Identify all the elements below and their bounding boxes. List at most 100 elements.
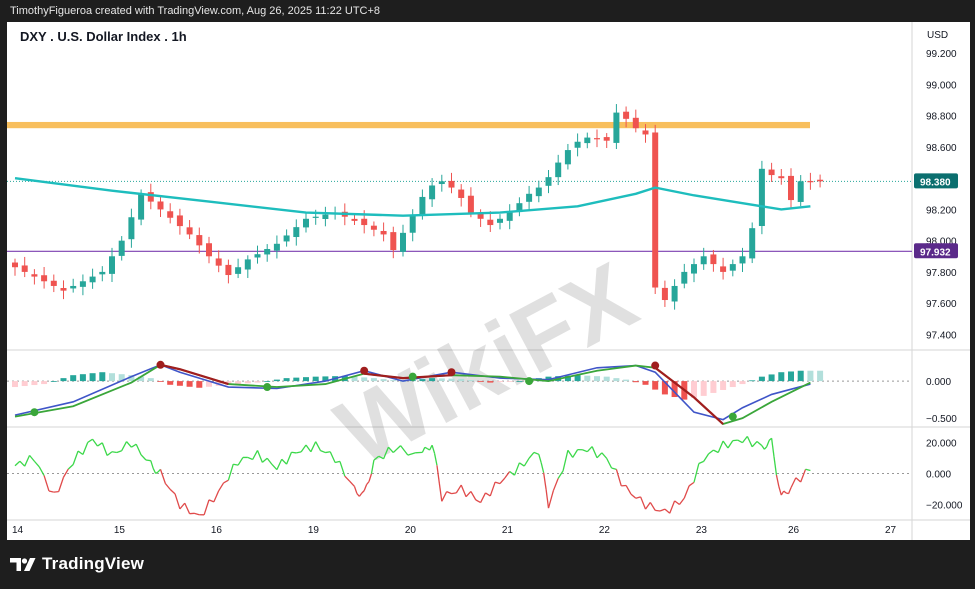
macd-histogram-bar (70, 375, 77, 382)
oscillator-segment (140, 454, 147, 461)
macd-histogram-bar (60, 378, 67, 382)
macd-histogram-bar (642, 381, 649, 385)
candle-body (215, 258, 222, 266)
candle-body (788, 175, 794, 201)
macd-bullish-cross-dot (728, 412, 737, 421)
oscillator-segment (611, 467, 617, 470)
candle-body (400, 232, 406, 252)
candle-body (118, 240, 125, 256)
macd-histogram-bar (419, 379, 426, 382)
oscillator-segment (773, 456, 778, 476)
candle-body (147, 192, 154, 202)
macd-histogram-bar (429, 378, 436, 382)
price-tick-label: 97.600 (926, 299, 957, 310)
candle-body (157, 201, 164, 210)
time-tick-label: 16 (211, 525, 223, 536)
oscillator-segment (174, 493, 181, 510)
oscillator-segment (528, 451, 535, 459)
oscillator-segment (159, 469, 166, 484)
oscillator-segment (131, 443, 137, 448)
oscillator-segment (320, 450, 326, 454)
oscillator-segment (586, 446, 593, 453)
candle-body (768, 169, 775, 176)
candle-body (817, 179, 824, 182)
oscillator-segment (596, 452, 603, 459)
tradingview-brand[interactable]: TradingView (10, 554, 144, 574)
candle-body (671, 285, 678, 302)
macd-histogram-bar (254, 381, 261, 383)
oscillator-segment (545, 489, 550, 509)
oscillator-segment (72, 450, 79, 465)
candle-body (99, 271, 106, 275)
candle-body (778, 176, 785, 179)
macd-bearish-cross-dot (156, 360, 165, 369)
candle-body (380, 230, 387, 235)
tradingview-logo-icon (10, 558, 36, 571)
oscillator-segment (203, 499, 210, 516)
candle-body (535, 187, 542, 197)
oscillator-segment (606, 458, 613, 469)
oscillator-segment (770, 438, 775, 457)
candle-body (244, 259, 251, 270)
resistance-band (7, 121, 810, 129)
macd-tick-label: 0.000 (926, 377, 951, 388)
oscillator-segment (780, 490, 785, 496)
oscillator-segment (795, 477, 802, 483)
macd-histogram-bar (273, 379, 280, 382)
macd-histogram-bar (147, 378, 154, 382)
macd-histogram-bar (749, 380, 756, 382)
macd-histogram-bar (303, 377, 309, 382)
oscillator-segment (82, 442, 89, 455)
oscillator-segment (38, 466, 45, 476)
candle-body (613, 112, 620, 143)
macd-histogram-bar (21, 381, 28, 387)
candle-body (254, 254, 261, 258)
oscillator-segment (519, 462, 525, 467)
oscillator-segment (523, 457, 530, 467)
oscillator-segment (504, 471, 511, 479)
oscillator-segment (305, 444, 312, 453)
oscillator-segment (567, 449, 574, 458)
candle-body (41, 275, 48, 282)
oscillator-segment (630, 493, 637, 499)
candle-body (312, 216, 319, 218)
oscillator-segment (29, 454, 35, 462)
oscillator-segment (271, 464, 278, 471)
oscillator-segment (179, 502, 186, 510)
oscillator-segment (582, 449, 588, 453)
oscillator-segment (800, 469, 807, 483)
candle-body (21, 265, 28, 272)
macd-histogram-bar (176, 381, 183, 386)
oscillator-segment (87, 438, 93, 443)
candle-body (196, 235, 203, 246)
oscillator-segment (344, 475, 351, 482)
candle-body (429, 185, 436, 200)
oscillator-segment (19, 460, 26, 467)
candle-body (390, 232, 397, 251)
oscillator-segment (805, 468, 811, 472)
candle-body (758, 168, 765, 227)
oscillator-segment (485, 492, 491, 497)
oscillator-segment (659, 508, 666, 512)
oscillator-tick-label: 0.000 (926, 470, 951, 481)
price-tick-label: 99.000 (926, 80, 957, 91)
macd-histogram-bar (788, 371, 794, 382)
chart-svg[interactable]: WikiFX DXY . U.S. Dollar Index . 1h USD 99.… (7, 22, 970, 540)
oscillator-segment (213, 490, 220, 503)
oscillator-segment (285, 451, 293, 465)
oscillator-segment (126, 441, 132, 448)
oscillator-segment (266, 457, 273, 465)
oscillator-segment (106, 451, 113, 457)
oscillator-segment (329, 451, 336, 463)
oscillator-segment (741, 435, 748, 444)
macd-histogram-bar (632, 381, 639, 383)
oscillator-segment (227, 464, 234, 481)
oscillator-segment (625, 485, 632, 495)
macd-histogram-bar (817, 370, 824, 382)
macd-histogram-bar (89, 373, 96, 382)
time-tick-label: 27 (885, 525, 897, 536)
candle-body (186, 227, 193, 235)
chart-area[interactable]: WikiFX DXY . U.S. Dollar Index . 1h USD 99.… (7, 22, 970, 540)
macd-histogram-bar (283, 378, 290, 382)
macd-histogram-bar (758, 376, 765, 382)
